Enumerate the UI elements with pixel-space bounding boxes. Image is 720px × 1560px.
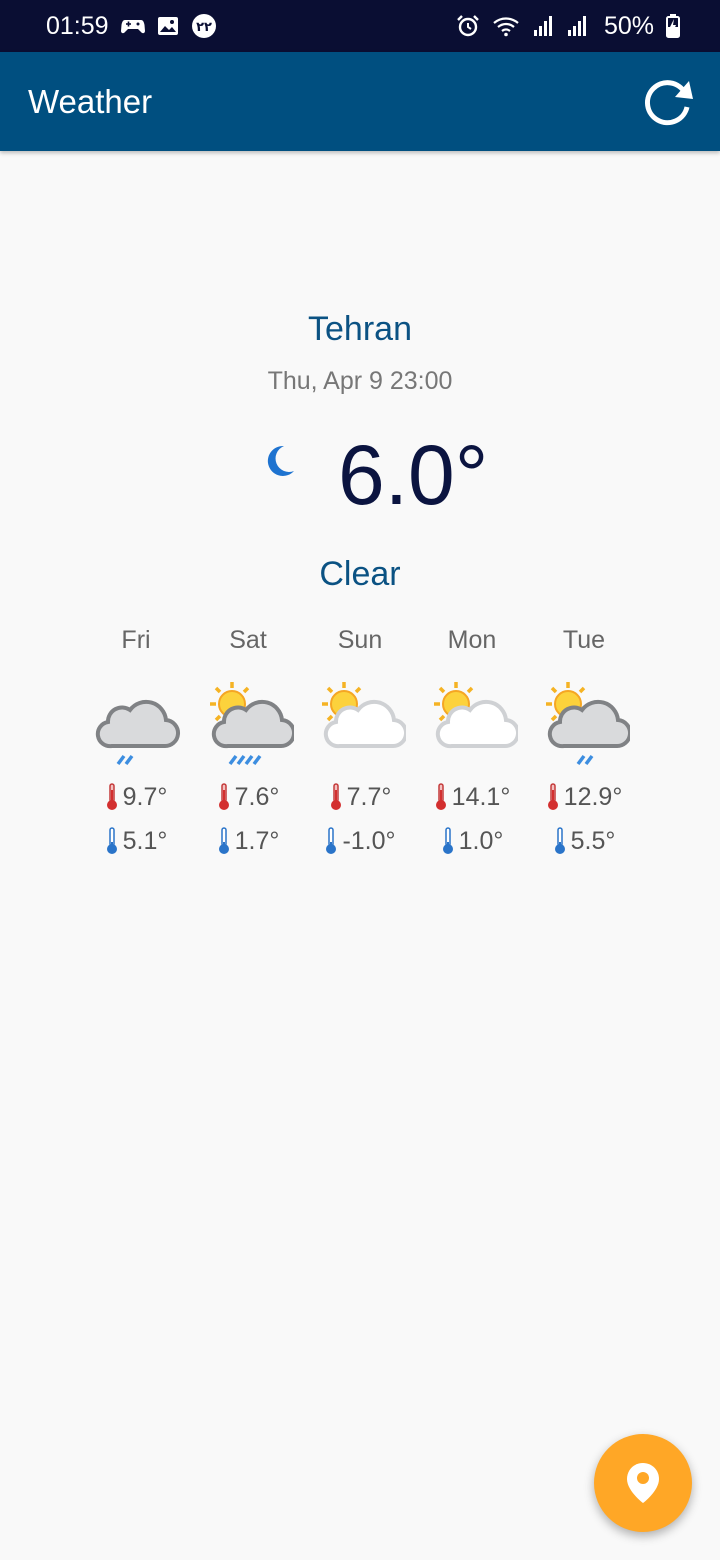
refresh-icon <box>645 79 693 125</box>
battery-icon <box>666 14 680 38</box>
sun-cloud-heavy-rain-icon <box>210 682 294 766</box>
thermometer-hot-icon <box>547 783 558 810</box>
current-temperature: 6.0° <box>338 428 489 522</box>
forecast-high-value: 9.7° <box>122 782 168 811</box>
status-time: 01:59 <box>46 11 109 40</box>
forecast-low-value: 5.5° <box>570 826 616 855</box>
signal-icon <box>532 15 554 37</box>
thermometer-cold-icon <box>554 827 565 854</box>
thermometer-cold-icon <box>326 827 337 854</box>
city-name: Tehran <box>308 310 412 348</box>
thermometer-hot-icon <box>218 783 229 810</box>
thermometer-hot-icon <box>330 783 341 810</box>
wifi-icon <box>492 15 520 37</box>
forecast-low: 1.7° <box>192 826 304 856</box>
forecast-day: Mon 14.1° 1.0° <box>416 626 528 866</box>
forecast-high-value: 14.1° <box>451 782 511 811</box>
thermometer-cold-icon <box>218 827 229 854</box>
thermometer-hot-icon <box>106 783 117 810</box>
forecast-day-name: Tue <box>562 626 606 654</box>
forecast-day-name: Fri <box>121 626 151 654</box>
forecast-day: Sat 7.6° 1.7° <box>192 626 304 866</box>
forecast-low: -1.0° <box>304 826 416 856</box>
sun-cloud-icon <box>322 682 406 749</box>
forecast-low: 5.5° <box>528 826 640 856</box>
forecast-low: 5.1° <box>80 826 192 856</box>
badge-icon: ۲۲ <box>191 13 217 39</box>
current-datetime: Thu, Apr 9 23:00 <box>267 367 453 395</box>
forecast-high-value: 12.9° <box>563 782 623 811</box>
thermometer-cold-icon <box>442 827 453 854</box>
forecast-low-value: 5.1° <box>122 826 168 855</box>
forecast-high: 7.7° <box>304 782 416 812</box>
status-right: 50% <box>456 12 680 41</box>
forecast-day: Fri 9.7° 5.1° <box>80 626 192 866</box>
forecast-day: Sun 7.7° -1.0° <box>304 626 416 866</box>
location-fab-button[interactable] <box>594 1434 692 1532</box>
sun-cloud-rain-icon <box>546 682 630 766</box>
app-title: Weather <box>28 82 153 120</box>
battery-percent: 50% <box>603 11 654 40</box>
status-bar: 01:59 ۲۲ 50% <box>0 0 720 52</box>
cloud-rain-icon <box>95 699 180 766</box>
signal-icon-2 <box>566 15 588 37</box>
forecast-high-value: 7.7° <box>346 782 392 811</box>
gallery-icon <box>157 16 179 36</box>
forecast-high: 7.6° <box>192 782 304 812</box>
sun-cloud-icon <box>434 682 518 749</box>
current-weather-row: 6.0° <box>0 425 720 525</box>
thermometer-cold-icon <box>106 827 117 854</box>
location-pin-icon <box>627 1463 659 1503</box>
forecast-high: 9.7° <box>80 782 192 812</box>
forecast-high: 14.1° <box>416 782 528 812</box>
thermometer-hot-icon <box>435 783 446 810</box>
forecast-day-name: Sat <box>229 626 267 654</box>
notification-badge-text: ۲۲ <box>196 20 212 35</box>
status-left: 01:59 ۲۲ <box>46 12 217 41</box>
forecast-day-name: Sun <box>337 626 383 654</box>
forecast-low-value: 1.0° <box>458 826 504 855</box>
app-bar: Weather <box>0 52 720 151</box>
forecast-high: 12.9° <box>528 782 640 812</box>
moon-icon <box>267 445 294 476</box>
forecast-day: Tue 12.9° 5.5° <box>528 626 640 866</box>
forecast-high-value: 7.6° <box>234 782 280 811</box>
forecast-low-value: 1.7° <box>234 826 280 855</box>
alarm-icon <box>456 14 480 38</box>
gamepad-icon <box>120 17 145 35</box>
forecast-list: Fri 9.7° 5.1° Sat 7.6° 1.7° Sun 7.7° -1.… <box>80 626 640 866</box>
current-condition: Clear <box>319 555 401 593</box>
forecast-day-name: Mon <box>447 626 497 654</box>
forecast-low-value: -1.0° <box>342 826 396 855</box>
forecast-low: 1.0° <box>416 826 528 856</box>
refresh-button[interactable] <box>638 72 698 132</box>
